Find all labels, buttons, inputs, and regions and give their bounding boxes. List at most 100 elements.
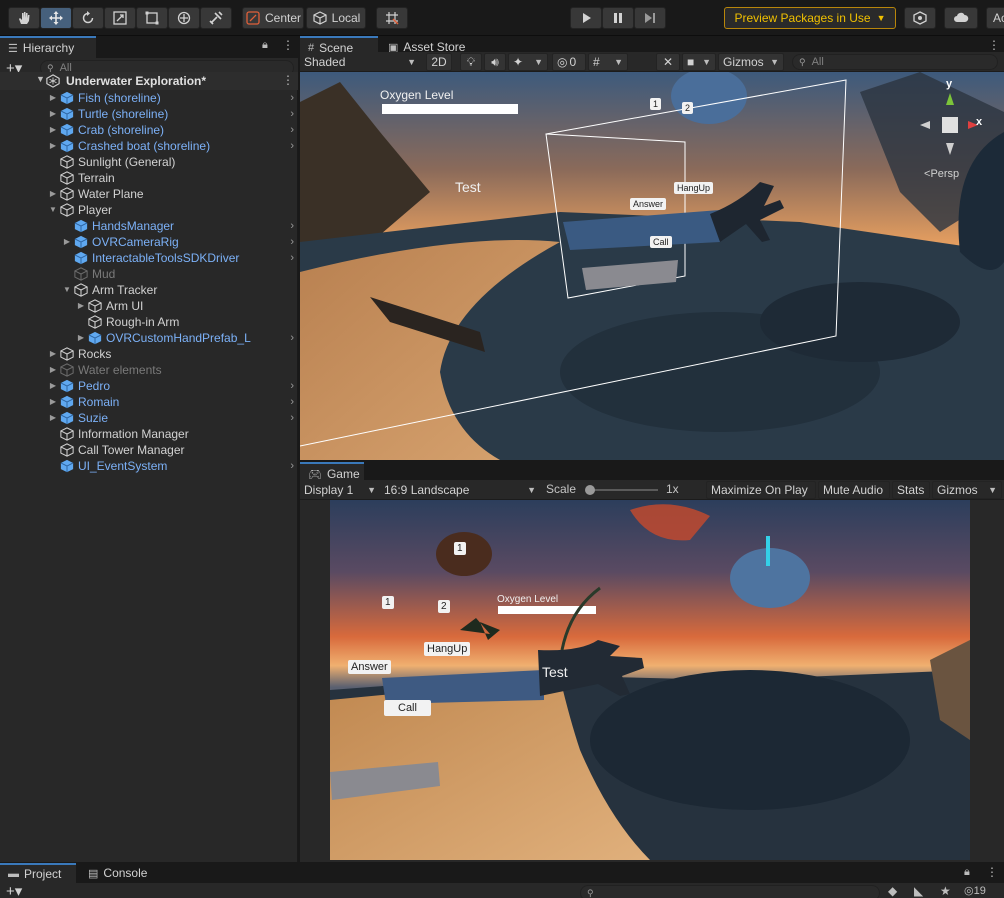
hidden-packages-count: 19 (973, 885, 986, 897)
gizmo-x-label: x (976, 116, 983, 128)
move-icon (49, 11, 63, 25)
maximize-on-play-toggle[interactable]: Maximize On Play (706, 481, 816, 499)
aspect-value: 16:9 Landscape (384, 483, 470, 497)
hand-tool-button[interactable] (8, 7, 40, 29)
lock-icon[interactable]: 🔒︎ (964, 866, 970, 879)
favorite-star-icon[interactable]: ★ (940, 884, 951, 898)
scene-button-2[interactable]: 2 (682, 102, 694, 114)
scene-button-1[interactable]: 1 (650, 98, 662, 110)
game-oxygen-label: Oxygen Level (497, 594, 559, 605)
expand-arrow-icon[interactable]: ▼ (36, 74, 45, 84)
pause-button[interactable] (602, 7, 634, 29)
dropdown-arrow-icon: ▼ (407, 57, 416, 67)
game-button-1[interactable]: 1 (382, 596, 394, 609)
gizmos-dropdown[interactable]: Gizmos ▼ (718, 53, 784, 71)
play-icon (583, 13, 591, 23)
transform-icon (177, 11, 191, 25)
display-value: Display 1 (304, 483, 354, 497)
game-answer-button[interactable]: Answer (348, 660, 391, 674)
transform-tool-button[interactable] (168, 7, 200, 29)
rock-cluster (590, 670, 910, 810)
filter-label-icon[interactable]: ◣ (914, 884, 923, 898)
collab-button[interactable] (904, 7, 936, 29)
play-button[interactable] (570, 7, 602, 29)
pivot-mode-button[interactable]: Center (242, 7, 304, 29)
scene-viewport[interactable]: Oxygen Level Test 1 2 Answer HangUp Call… (300, 72, 1004, 460)
scene-search-input[interactable]: ⚲ All (792, 54, 998, 70)
eye-hidden-icon: ◎ (557, 55, 568, 69)
local-cube-icon (313, 11, 327, 25)
stats-toggle[interactable]: Stats (892, 481, 930, 499)
project-search-input[interactable]: ⚲ (580, 885, 880, 898)
game-controls: Display 1 ▼ 16:9 Landscape ▼ Scale 1x Maxi… (300, 480, 1004, 500)
game-hangup-button[interactable]: HangUp (424, 642, 471, 656)
game-call-button[interactable]: Call (384, 700, 431, 716)
account-button[interactable]: Ac (986, 7, 1004, 29)
camera-icon: ■ (687, 55, 695, 69)
tab-console[interactable]: ▤ Console (80, 863, 160, 883)
scale-tool-button[interactable] (104, 7, 136, 29)
lighting-toggle[interactable]: 💡︎ (460, 53, 482, 71)
tools-toggle[interactable]: ✕ (656, 53, 680, 71)
rotate-icon (82, 11, 94, 24)
list-icon: ☰ (8, 42, 18, 55)
scene-hangup-button[interactable]: HangUp (674, 182, 714, 194)
scene-root-row[interactable]: ▼ Underwater Exploration* ⋮ (0, 72, 298, 90)
oxygen-bar (382, 104, 518, 114)
pivot-rotation-button[interactable]: Local (306, 7, 366, 29)
scale-slider-thumb[interactable] (585, 485, 595, 495)
hidden-packages-toggle[interactable]: ◎19 (964, 884, 986, 897)
filter-type-icon[interactable]: ◆ (888, 884, 897, 898)
hierarchy-panel: ☰ Hierarchy 🔒︎ ⋮ +▾ ⚲ All ▼ Underwater E… (0, 36, 298, 862)
scene-call-button[interactable]: Call (650, 236, 672, 248)
gizmos-label: Gizmos (723, 55, 764, 69)
rect-tool-button[interactable] (136, 7, 168, 29)
display-dropdown[interactable]: Display 1 ▼ (300, 481, 380, 499)
rotate-tool-button[interactable] (72, 7, 104, 29)
tab-hierarchy[interactable]: ☰ Hierarchy (0, 36, 96, 58)
hidden-objects-toggle[interactable]: ◎ 0 (552, 53, 586, 71)
search-icon: ⚲ (587, 887, 594, 898)
shading-mode-dropdown[interactable]: Shaded ▼ (300, 53, 420, 71)
mode-2d-toggle[interactable]: 2D (426, 53, 452, 71)
cloud-button[interactable] (944, 7, 978, 29)
persp-label[interactable]: <Persp (924, 168, 959, 180)
search-icon: ⚲ (799, 56, 806, 67)
account-label: Ac (993, 11, 1004, 25)
grid-dropdown[interactable]: # ▼ (588, 53, 628, 71)
scene-answer-button[interactable]: Answer (630, 198, 667, 210)
mode-2d-label: 2D (431, 55, 447, 69)
grid-snap-button[interactable] (376, 7, 408, 29)
tab-project[interactable]: ▬ Project (0, 863, 76, 883)
effects-dropdown[interactable]: ✦ ▼ (508, 53, 548, 71)
grid-icon: # (593, 55, 600, 69)
grid-snap-icon (386, 12, 399, 25)
kebab-menu-icon[interactable]: ⋮ (986, 865, 998, 879)
scene-menu-icon[interactable]: ⋮ (282, 73, 294, 87)
aspect-dropdown[interactable]: 16:9 Landscape ▼ (380, 481, 540, 499)
scale-slider-track[interactable] (588, 489, 658, 491)
persp-text: Persp (930, 168, 960, 180)
game-gizmos-dropdown[interactable]: Gizmos ▼ (932, 481, 1002, 499)
game-viewport[interactable]: Oxygen Level Test 1 1 2 Answer HangUp Ca… (330, 500, 970, 860)
game-button-2[interactable]: 2 (438, 600, 450, 613)
console-tab-label: Console (103, 866, 148, 880)
step-button[interactable] (634, 7, 666, 29)
camera-dropdown[interactable]: ■ ▼ (682, 53, 716, 71)
dropdown-arrow-icon: ▼ (367, 485, 376, 495)
scene-name: Underwater Exploration* (66, 74, 207, 88)
hidden-count: 0 (569, 55, 577, 69)
audio-toggle[interactable]: 🔊︎ (484, 53, 506, 71)
preview-packages-button[interactable]: Preview Packages in Use ▼ (724, 7, 896, 29)
move-tool-button[interactable] (40, 7, 72, 29)
dropdown-arrow-icon: ▼ (988, 485, 997, 495)
lock-icon[interactable]: 🔒︎ (262, 39, 268, 52)
mute-audio-toggle[interactable]: Mute Audio (818, 481, 890, 499)
game-gizmos-label: Gizmos (937, 483, 978, 497)
hand-icon (19, 12, 30, 24)
custom-tool-button[interactable] (200, 7, 232, 29)
scene-menu-icon[interactable]: ⋮ (988, 38, 1000, 52)
game-render (330, 500, 970, 860)
kebab-menu-icon[interactable]: ⋮ (282, 38, 294, 52)
create-asset-button[interactable]: +▾ (6, 882, 22, 898)
